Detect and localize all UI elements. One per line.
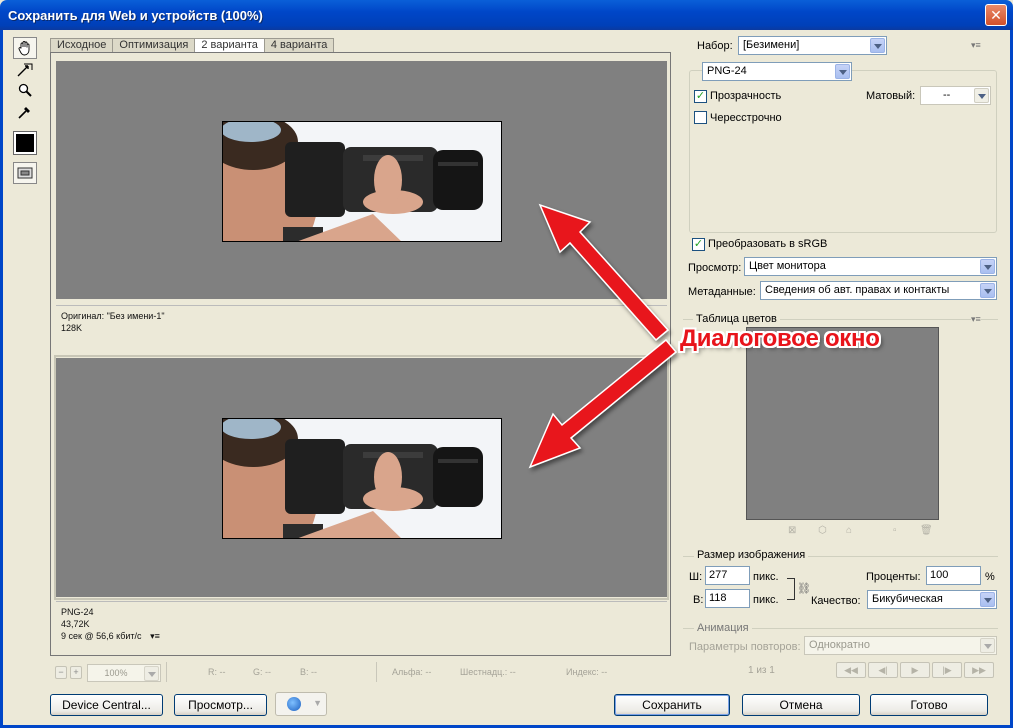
arrow-to-top-pane: [538, 203, 670, 342]
arrow-to-bottom-pane: [528, 338, 678, 469]
annotation-arrows: [528, 203, 678, 469]
annotation-label: Диалоговое окно: [680, 325, 880, 352]
